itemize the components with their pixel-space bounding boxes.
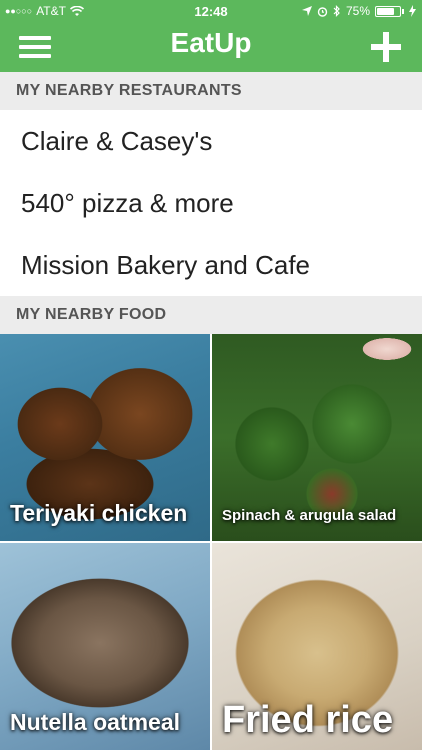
food-tile-nutella-oatmeal[interactable]: Nutella oatmeal [0,543,210,750]
food-tile-fried-rice[interactable]: Fried rice [212,543,422,750]
food-section-header: MY NEARBY FOOD [0,296,422,334]
charging-bolt-icon [409,5,416,17]
food-grid: Teriyaki chicken Spinach & arugula salad… [0,334,422,750]
location-arrow-icon [301,6,312,16]
restaurants-section-header: MY NEARBY RESTAURANTS [0,72,422,110]
food-tile-label: Teriyaki chicken [10,500,188,526]
bluetooth-icon [333,5,340,17]
food-tile-spinach-salad[interactable]: Spinach & arugula salad [212,334,422,541]
restaurant-item[interactable]: Claire & Casey's [0,110,422,172]
add-plus-button[interactable] [369,30,403,64]
food-tile-label: Fried rice [222,699,394,741]
battery-fill [377,7,394,15]
food-tile-teriyaki-chicken[interactable]: Teriyaki chicken [0,334,210,541]
alarm-clock-icon [317,6,328,17]
status-right: 75% [301,4,416,18]
battery-percent: 75% [345,4,370,18]
status-bar: ●●○○○ AT&T 12:48 75% [0,0,422,22]
food-tile-label: Nutella oatmeal [10,709,180,735]
restaurant-item[interactable]: 540° pizza & more [0,172,422,234]
battery-icon [375,5,401,17]
restaurant-list: Claire & Casey's 540° pizza & more Missi… [0,110,422,296]
restaurant-item[interactable]: Mission Bakery and Cafe [0,234,422,296]
nav-bar: EatUp [0,22,422,72]
battery-nub [402,8,404,14]
app-title: EatUp [170,27,252,58]
food-tile-label: Spinach & arugula salad [222,507,397,524]
